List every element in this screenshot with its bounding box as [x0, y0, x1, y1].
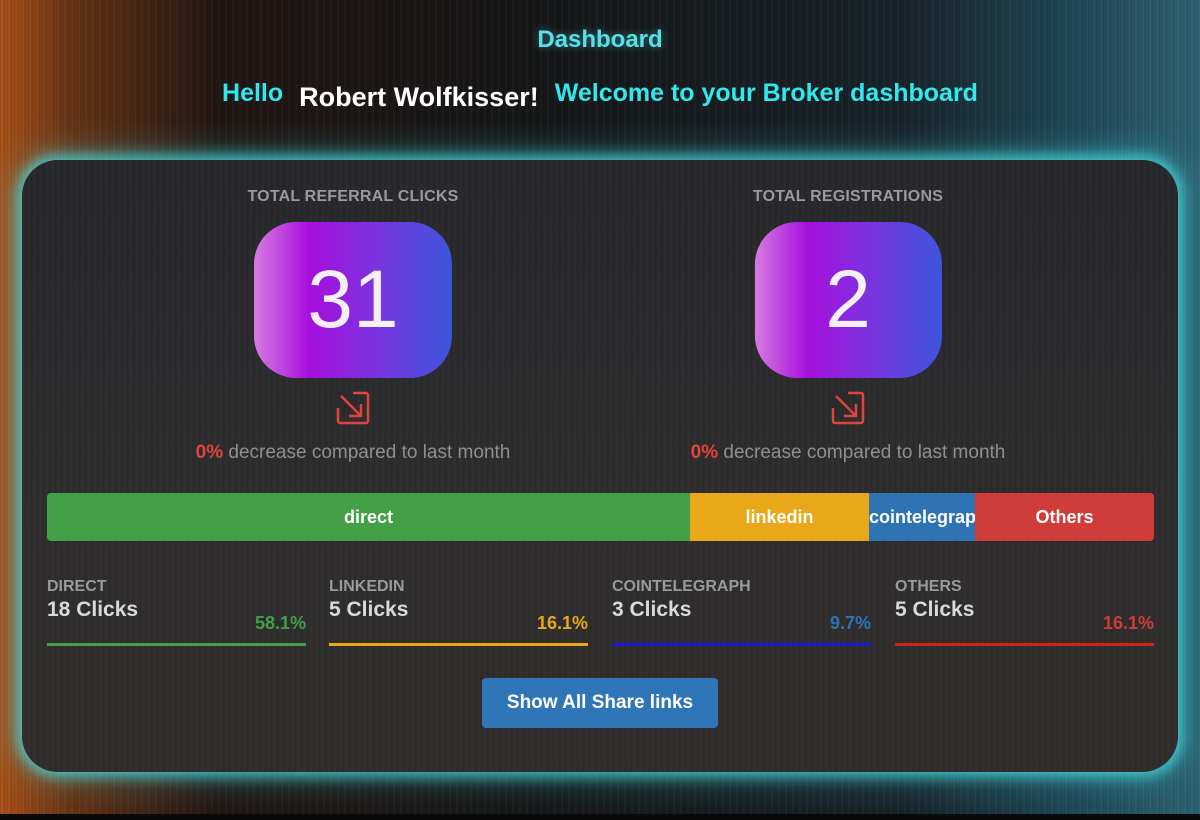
page-title: Dashboard [537, 26, 663, 53]
source-percentage: 58.1% [254, 613, 306, 633]
source-underline [612, 643, 871, 646]
source-percentage: 9.7% [829, 613, 871, 633]
source-clicks: 18 Clicks [47, 598, 139, 621]
source-title: LINKEDIN [329, 578, 405, 595]
source-percentage: 16.1% [536, 613, 588, 633]
stat-registrations: TOTAL REGISTRATIONS 2 0% decrease compar… [648, 188, 1048, 464]
stat-change-note: 0% decrease compared to last month [153, 442, 553, 464]
source-stat-others: OTHERS 5 Clicks 16.1% [895, 578, 1154, 650]
bar-segment-linkedin[interactable]: linkedin [690, 493, 869, 541]
source-distribution-bar: direct linkedin cointelegraph Others [47, 493, 1154, 541]
bar-segment-cointelegraph[interactable]: cointelegraph [869, 493, 975, 541]
stat-label: TOTAL REFERRAL CLICKS [247, 188, 459, 205]
arrow-down-right-icon [335, 390, 370, 425]
stat-value-box: 31 [254, 222, 452, 378]
source-clicks: 3 Clicks [612, 598, 692, 621]
source-underline [329, 643, 588, 646]
greeting-prefix: Hello [222, 79, 284, 107]
stat-value-box: 2 [754, 222, 942, 378]
arrow-down-right-icon [830, 390, 865, 425]
source-percentage: 16.1% [1102, 613, 1154, 633]
source-clicks: 5 Clicks [895, 598, 975, 621]
stat-change-note: 0% decrease compared to last month [648, 442, 1048, 464]
source-title: OTHERS [895, 578, 962, 595]
source-stat-direct: DIRECT 18 Clicks 58.1% [47, 578, 306, 650]
stat-value: 31 [307, 254, 399, 345]
stat-change-text: decrease compared to last month [723, 442, 1006, 463]
greeting: Hello Robert Wolfkisser! Welcome to your… [0, 74, 1200, 113]
source-stat-cointelegraph: COINTELEGRAPH 3 Clicks 9.7% [612, 578, 871, 650]
source-stat-linkedin: LINKEDIN 5 Clicks 16.1% [329, 578, 588, 650]
stat-change-pct: 0% [195, 442, 224, 463]
stat-change-pct: 0% [690, 442, 719, 463]
stat-value: 2 [825, 254, 871, 345]
bar-segment-others[interactable]: Others [975, 493, 1154, 541]
stat-referral-clicks: TOTAL REFERRAL CLICKS 31 0% decrease com… [153, 188, 553, 464]
source-underline [47, 643, 306, 646]
source-title: DIRECT [47, 578, 107, 595]
source-clicks: 5 Clicks [329, 598, 409, 621]
stat-label: TOTAL REGISTRATIONS [752, 188, 944, 205]
user-name: Robert Wolfkisser! [299, 82, 539, 112]
dashboard-card: TOTAL REFERRAL CLICKS 31 0% decrease com… [22, 160, 1178, 772]
source-title: COINTELEGRAPH [612, 578, 751, 595]
stat-change-text: decrease compared to last month [228, 442, 511, 463]
greeting-suffix: Welcome to your Broker dashboard [554, 79, 978, 107]
bar-segment-direct[interactable]: direct [47, 493, 690, 541]
bottom-strip [0, 814, 1200, 820]
show-all-share-links-button[interactable]: Show All Share links [482, 678, 718, 728]
source-underline [895, 643, 1154, 646]
